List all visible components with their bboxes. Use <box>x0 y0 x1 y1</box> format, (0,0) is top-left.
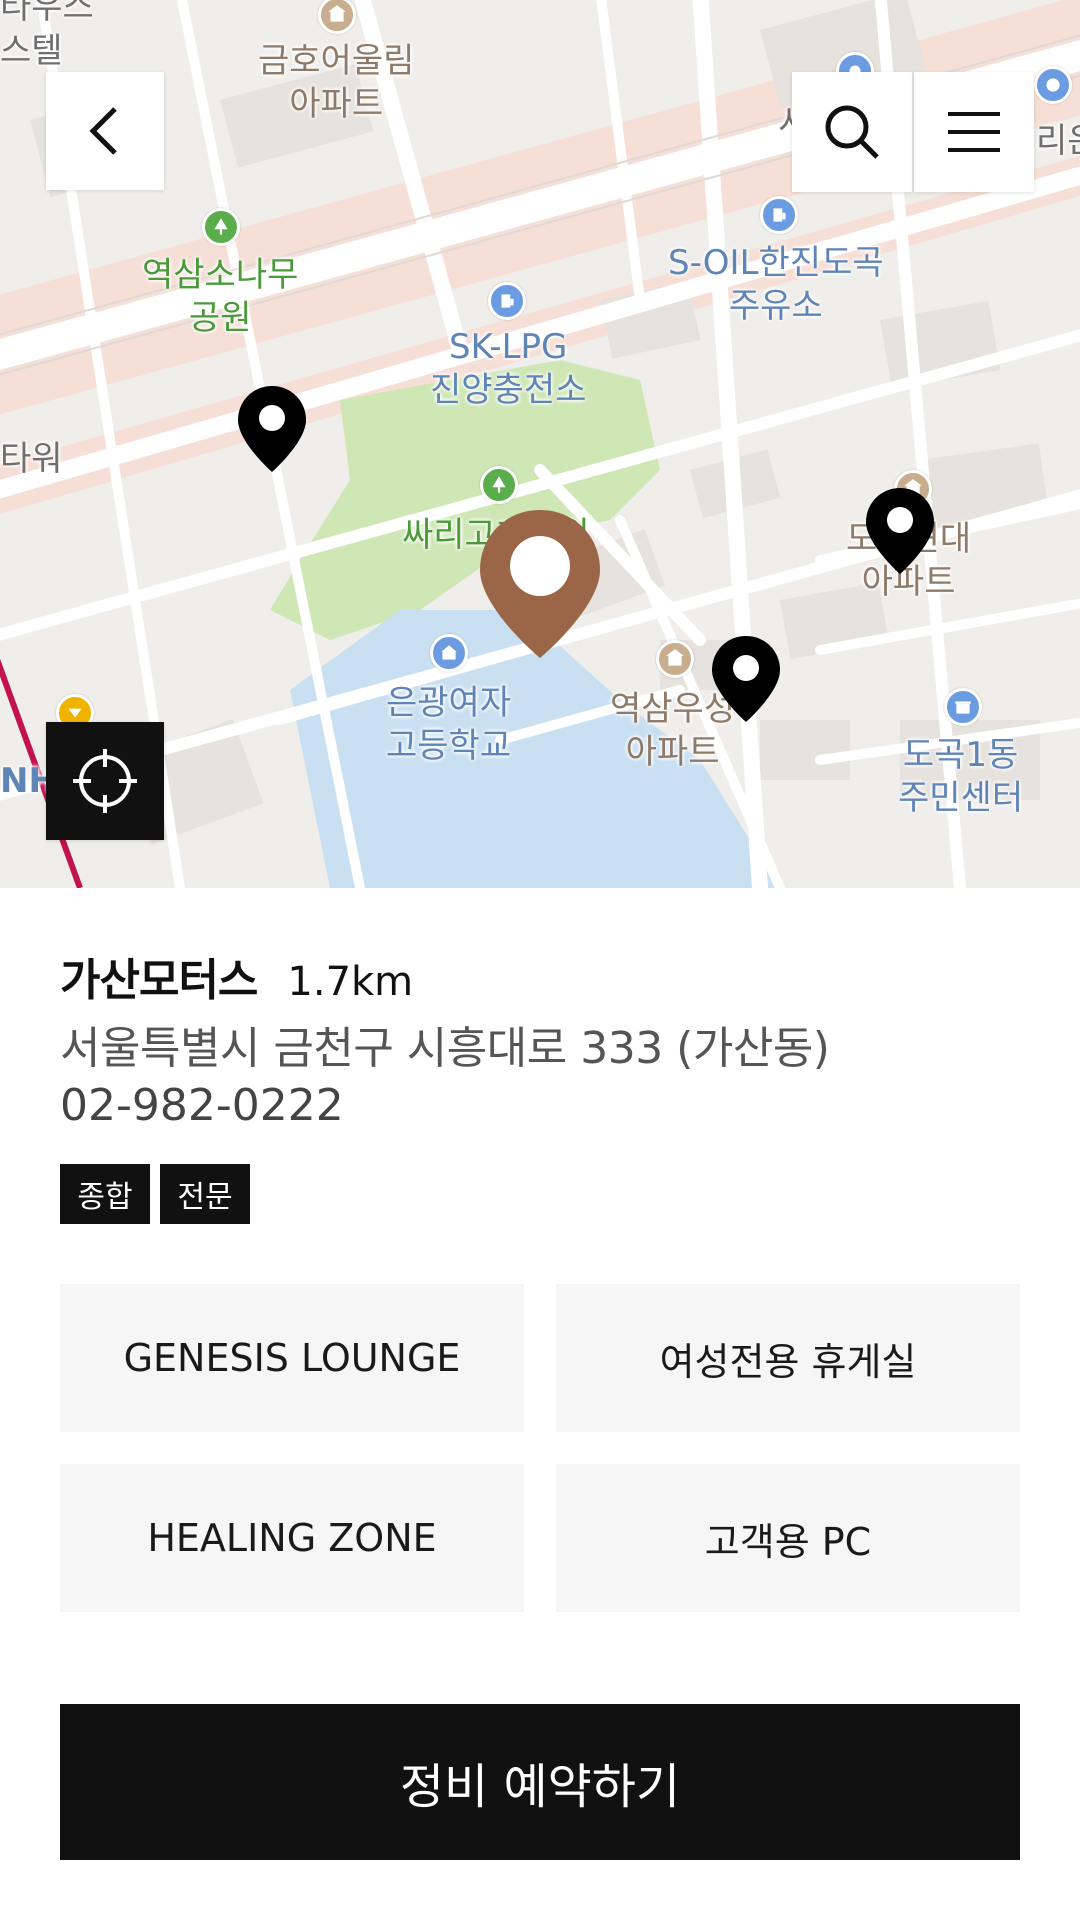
gas-station-icon <box>488 282 526 320</box>
locate-me-button[interactable] <box>46 722 164 840</box>
map-label-partial: 리은 <box>1036 121 1080 161</box>
service-tag: 종합 <box>60 1164 150 1224</box>
dealer-title-row: 가산모터스 1.7km <box>60 944 413 1008</box>
gas-station-icon <box>760 196 798 234</box>
crosshair-icon <box>73 749 137 813</box>
hamburger-menu-icon <box>948 112 1000 152</box>
map-label-partial: 스텔 <box>0 31 63 71</box>
dealer-phone[interactable]: 02-982-0222 <box>60 1080 344 1131</box>
map-label-apartment: 금호어울림 아파트 <box>258 41 415 124</box>
amenity-genesis-lounge: GENESIS LOUNGE <box>60 1284 524 1432</box>
map-label-park: 역삼소나무 공원 <box>142 255 299 338</box>
map-view[interactable]: 타우스 스텔 금호어울림아파트 서 리은 역삼소나무공원 SK-LPG진양충전소… <box>0 0 1080 888</box>
park-icon <box>480 466 518 504</box>
map-label-community-center: 도곡1동 주민센터 <box>898 735 1024 818</box>
map-label-gas-station: SK-LPG 진양충전소 <box>430 327 587 410</box>
park-icon <box>202 208 240 246</box>
community-center-icon <box>944 688 982 726</box>
dealer-marker[interactable] <box>236 384 308 474</box>
map-label-partial: 타우스 <box>0 0 94 27</box>
back-button[interactable] <box>46 72 164 190</box>
dealer-info-panel: 가산모터스 1.7km 서울특별시 금천구 시흥대로 333 (가산동) 02-… <box>0 888 1080 1920</box>
dealer-name: 가산모터스 <box>60 955 258 1006</box>
dealer-distance: 1.7km <box>287 959 414 1005</box>
school-icon <box>430 634 468 672</box>
service-tag: 전문 <box>160 1164 250 1224</box>
selected-dealer-marker[interactable] <box>478 508 602 660</box>
amenity-womens-lounge: 여성전용 휴게실 <box>556 1284 1020 1432</box>
map-label-gas-station: S-OIL한진도곡 주유소 <box>668 243 884 326</box>
search-button[interactable] <box>792 72 912 192</box>
amenity-customer-pc: 고객용 PC <box>556 1464 1020 1612</box>
chevron-left-icon <box>89 107 117 155</box>
map-label-school: 은광여자 고등학교 <box>386 683 512 766</box>
amenity-healing-zone: HEALING ZONE <box>60 1464 524 1612</box>
service-tags: 종합 전문 <box>60 1164 250 1224</box>
dealer-marker[interactable] <box>864 486 936 576</box>
map-label-partial: 타워 <box>0 439 63 479</box>
dealer-marker[interactable] <box>710 634 782 724</box>
apartment-icon <box>656 640 694 678</box>
bank-icon <box>1034 66 1072 104</box>
dealer-address: 서울특별시 금천구 시흥대로 333 (가산동) <box>60 1023 830 1074</box>
search-icon <box>825 105 879 159</box>
menu-button[interactable] <box>914 72 1034 192</box>
reserve-service-button[interactable]: 정비 예약하기 <box>60 1704 1020 1860</box>
